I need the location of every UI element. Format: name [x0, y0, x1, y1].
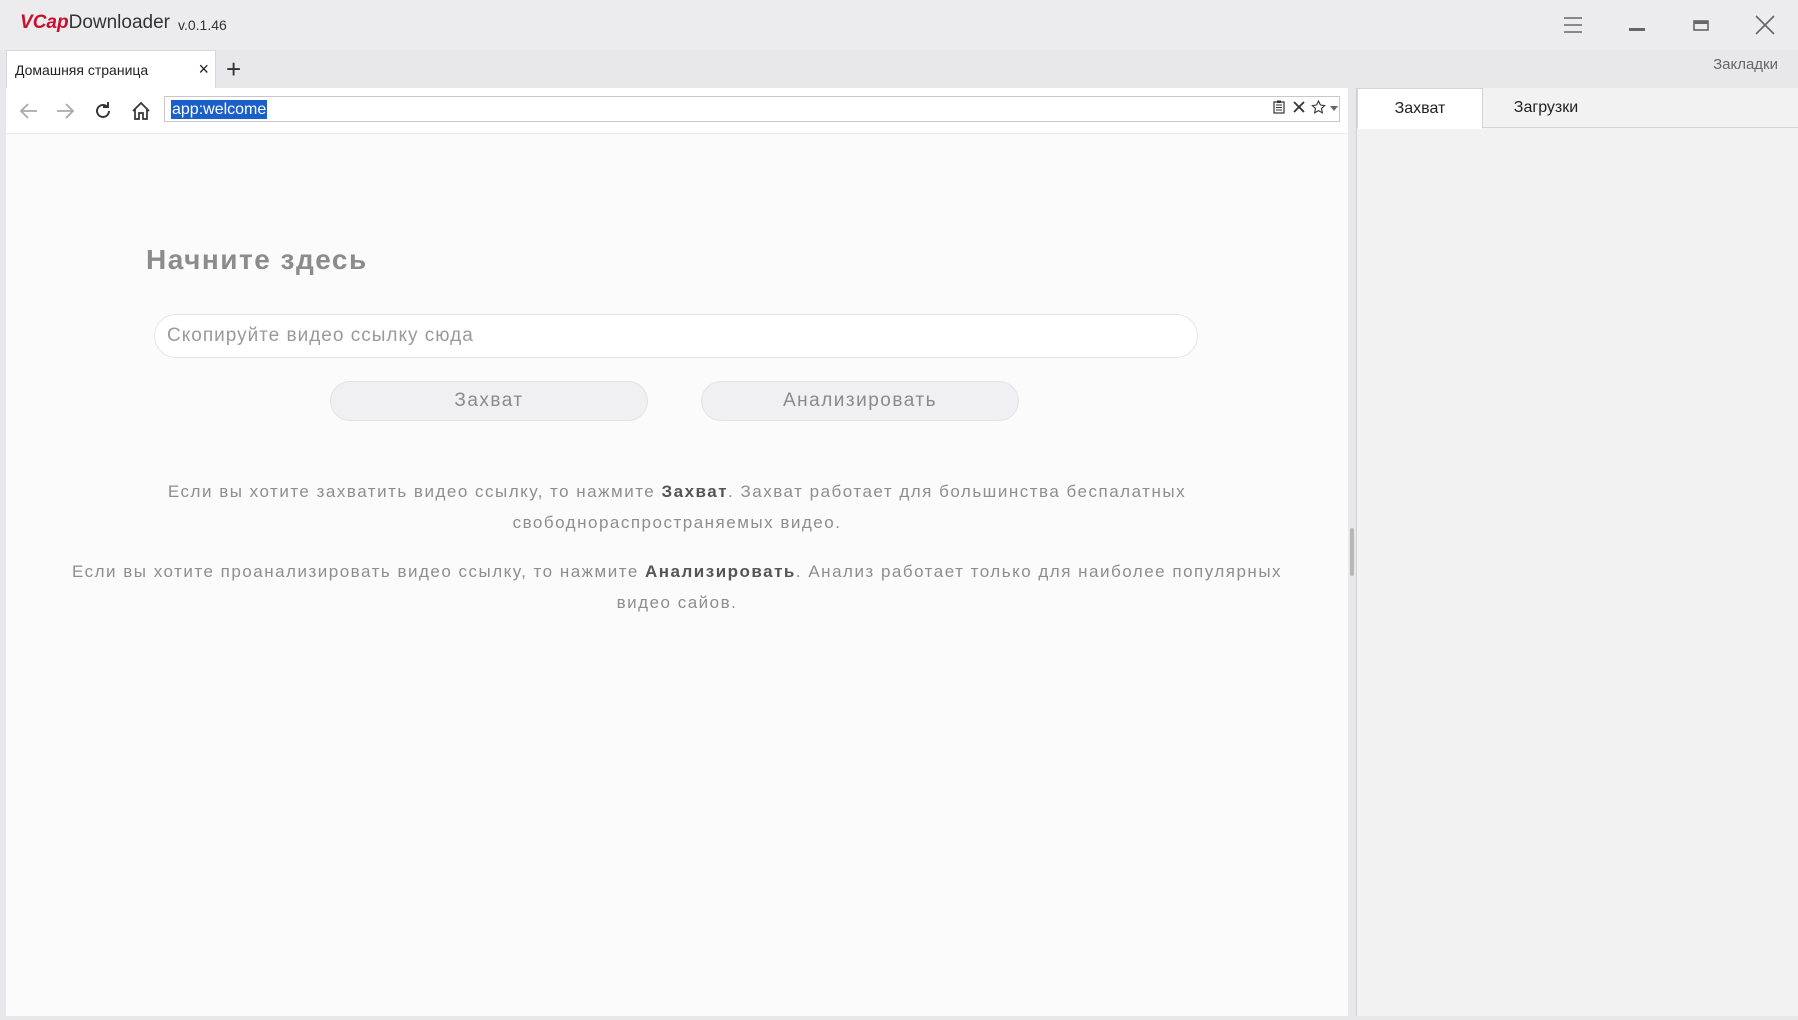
url-text[interactable]: app:welcome — [171, 100, 268, 119]
tab-home[interactable]: Домашняя страница × — [6, 50, 216, 88]
info-capture-text: Если вы хотите захватить видео ссылку, т… — [167, 482, 1187, 532]
back-button[interactable] — [14, 97, 44, 125]
side-panel: Захват Загрузки — [1356, 88, 1798, 1016]
tab-bar: Домашняя страница × + — [0, 50, 1798, 88]
menu-button[interactable] — [1548, 8, 1598, 42]
app-logo: VCapDownloader — [20, 12, 170, 34]
nav-bar: app:welcome — [6, 88, 1348, 134]
chevron-down-icon[interactable] — [1329, 100, 1339, 116]
clipboard-icon[interactable] — [1273, 100, 1285, 117]
minimize-button[interactable] — [1612, 8, 1662, 42]
splitter-grip[interactable] — [1350, 528, 1354, 576]
video-link-input[interactable] — [154, 314, 1198, 358]
bookmarks-button[interactable]: Закладки — [1713, 56, 1778, 73]
reload-button[interactable] — [88, 97, 118, 125]
menu-icon — [1564, 17, 1582, 33]
tab-capture[interactable]: Захват — [1357, 88, 1483, 129]
forward-button[interactable] — [50, 97, 80, 125]
capture-button[interactable]: Захват — [330, 381, 648, 421]
clear-icon[interactable] — [1293, 100, 1305, 116]
app-version: v.0.1.46 — [178, 17, 227, 33]
info-analyze-text: Если вы хотите проанализировать видео сс… — [71, 562, 1283, 612]
reload-icon — [96, 102, 110, 118]
tab-downloads[interactable]: Загрузки — [1483, 88, 1609, 128]
forward-arrow-icon — [57, 103, 75, 119]
tab-label: Домашняя страница — [15, 62, 149, 78]
logo-cap: Cap — [32, 12, 69, 33]
maximize-icon — [1693, 20, 1709, 31]
home-icon — [132, 101, 150, 120]
home-button[interactable] — [126, 97, 156, 125]
logo-v: V — [20, 12, 33, 33]
analyze-button[interactable]: Анализировать — [701, 381, 1019, 421]
side-tabs: Захват Загрузки — [1357, 88, 1798, 129]
tab-close-icon[interactable]: × — [198, 59, 209, 80]
back-arrow-icon — [19, 103, 37, 119]
star-icon[interactable] — [1311, 99, 1326, 117]
welcome-page: Начните здесь Захват Анализировать Если … — [6, 134, 1348, 1016]
browser-pane: app:welcome Начните здесь Захват Анализи… — [6, 88, 1348, 1016]
page-title: Начните здесь — [146, 244, 368, 275]
address-bar[interactable]: app:welcome — [164, 96, 1340, 122]
close-icon — [1755, 15, 1775, 35]
logo-name: Downloader — [68, 12, 170, 33]
maximize-button[interactable] — [1676, 8, 1726, 42]
minimize-icon — [1629, 28, 1645, 31]
new-tab-button[interactable]: + — [226, 54, 241, 85]
title-bar: VCapDownloader v.0.1.46 — [0, 0, 1798, 50]
close-button[interactable] — [1740, 8, 1790, 42]
